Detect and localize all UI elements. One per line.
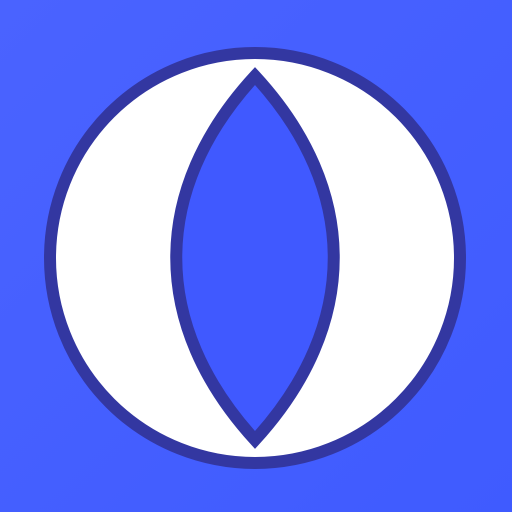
eye-lens-icon [0, 0, 512, 512]
app-icon [0, 0, 512, 512]
